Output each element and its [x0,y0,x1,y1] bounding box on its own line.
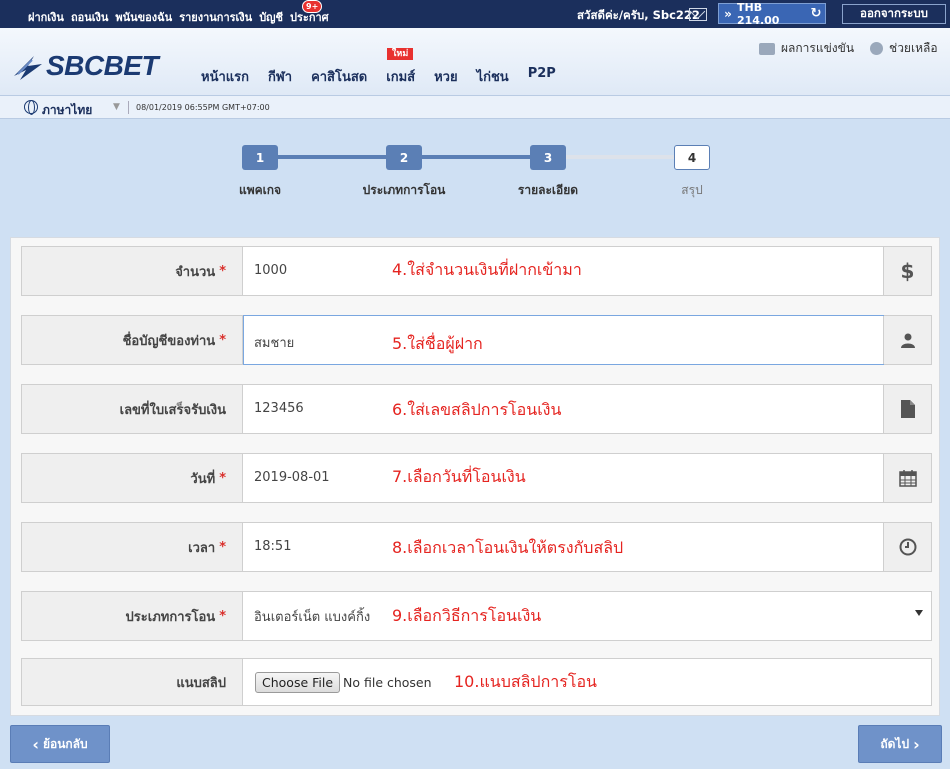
calendar-icon[interactable] [883,454,931,502]
menu-my-bets[interactable]: พนันของฉัน [115,8,172,26]
transfer-type-note: 9.เลือกวิธีการโอนเงิน [392,606,542,625]
attach-note: 10.แนบสลิปการโอน [454,672,597,691]
time-label: เวลา * [22,523,243,571]
dollar-icon: $ [883,247,931,295]
step-3-label: รายละเอียด [517,183,579,197]
amount-row: จำนวน * 1000 4.ใส่จำนวนเงินที่ฝากเข้ามา $ [21,246,932,296]
chevron-down-icon[interactable]: ▼ [113,102,120,112]
back-button[interactable]: ‹ ย้อนกลับ [10,725,110,763]
date-input[interactable]: 2019-08-01 [254,470,330,485]
back-label: ย้อนกลับ [42,736,88,751]
trophy-icon [759,42,775,55]
menu-deposit[interactable]: ฝากเงิน [28,8,64,26]
step-connector-1 [278,155,386,159]
account-name-label: ชื่อบัญชีของท่าน * [22,316,243,364]
date-label: วันที่ * [22,454,243,502]
deposit-form: จำนวน * 1000 4.ใส่จำนวนเงินที่ฝากเข้ามา $… [10,237,940,716]
transfer-type-select[interactable]: อินเตอร์เน็ต แบงค์กิ้ง [254,606,370,627]
time-note: 8.เลือกเวลาโอนเงินให้ตรงกับสลิป [392,538,624,557]
date-note: 7.เลือกวันที่โอนเงิน [392,467,526,486]
nav-sports[interactable]: กีฬา [268,66,292,87]
select-caret-icon[interactable] [915,610,923,616]
file-status: No file chosen [343,675,432,690]
time-row: เวลา * 18:51 8.เลือกเวลาโอนเงินให้ตรงกับส… [21,522,932,572]
nav-p2p[interactable]: P2P [528,66,556,87]
account-name-value: สมชาย [254,336,295,351]
results-link[interactable]: ผลการแข่งขัน [781,39,854,58]
nav-live-casino[interactable]: คาสิโนสด [311,66,367,87]
attach-label: แนบสลิป [22,659,243,705]
next-button[interactable]: ถัดไป › [858,725,942,763]
balance-amount: THB 214.00 [737,0,780,27]
language-selector[interactable]: ภาษาไทย [42,101,92,120]
file-icon [883,385,931,433]
top-menu: ฝากเงิน ถอนเงิน พนันของฉัน รายงานการเงิน… [28,8,329,26]
choose-file-button[interactable]: Choose File [255,672,341,693]
account-name-input[interactable] [243,315,884,365]
chevron-right-icon[interactable]: » [719,7,737,21]
account-name-row: ชื่อบัญชีของท่าน * สมชาย 5.ใส่ชื่อผู้ฝาก [21,315,932,365]
logo-mark-icon [12,50,46,82]
step-connector-3 [566,155,674,159]
refresh-icon[interactable]: ↻ [807,6,825,21]
receipt-input[interactable]: 123456 [254,401,304,416]
step-3: 3 [530,145,566,170]
user-greeting: สวัสดีค่ะ/ครับ, Sbc222 [577,8,700,22]
current-datetime: 08/01/2019 06:55PM GMT+07:00 [136,103,270,112]
amount-label: จำนวน * [22,247,243,295]
menu-financial-report[interactable]: รายงานการเงิน [179,8,252,26]
attach-row: แนบสลิป Choose File No file chosen 10.แน… [21,658,932,706]
user-icon [883,316,931,364]
clock-icon[interactable] [883,523,931,571]
nav-home[interactable]: หน้าแรก [201,66,249,87]
chevron-left-icon: ‹ [32,734,39,754]
main-nav: หน้าแรก กีฬา คาสิโนสด เกมส์ หวย ไก่ชน P2… [201,66,575,87]
divider [128,101,129,114]
amount-note: 4.ใส่จำนวนเงินที่ฝากเข้ามา [392,260,582,279]
nav-cockfight[interactable]: ไก่ชน [477,66,509,87]
transfer-type-row: ประเภทการโอน * อินเตอร์เน็ต แบงค์กิ้ง 9.เ… [21,591,932,641]
step-1: 1 [242,145,278,170]
step-4-label: สรุป [681,183,703,197]
balance-widget[interactable]: » THB 214.00 ↻ [718,0,826,27]
logo[interactable]: SBCBET [12,50,159,82]
logout-button[interactable]: ออกจากระบบ [842,4,946,24]
step-2-label: ประเภทการโอน [362,183,446,197]
new-tag: ใหม่ [387,48,414,60]
step-4: 4 [674,145,710,170]
receipt-row: เลขที่ใบเสร็จรับเงิน 123456 6.ใส่เลขสลิป… [21,384,932,434]
step-2: 2 [386,145,422,170]
menu-withdraw[interactable]: ถอนเงิน [71,8,108,26]
nav-lottery[interactable]: หวย [434,66,458,87]
next-label: ถัดไป [880,736,910,751]
top-bar: ฝากเงิน ถอนเงิน พนันของฉัน รายงานการเงิน… [0,0,950,28]
help-icon [870,42,884,55]
account-name-note: 5.ใส่ชื่อผู้ฝาก [392,334,483,353]
menu-account[interactable]: บัญชี [259,8,283,26]
globe-icon [24,100,38,115]
chevron-right-icon: › [913,734,920,754]
step-connector-2 [422,155,530,159]
time-input[interactable]: 18:51 [254,539,291,554]
header-links: ผลการแข่งขัน ช่วยเหลือ [759,39,938,58]
transfer-type-label: ประเภทการโอน * [22,592,243,640]
logo-text: SBCBET [46,50,159,81]
receipt-note: 6.ใส่เลขสลิปการโอนเงิน [392,400,562,419]
site-header: SBCBET ใหม่ หน้าแรก กีฬา คาสิโนสด เกมส์ … [0,28,950,96]
amount-input[interactable]: 1000 [254,263,287,278]
notification-badge: 9+ [302,0,323,13]
help-link[interactable]: ช่วยเหลือ [889,39,938,58]
mail-icon[interactable] [689,8,707,21]
language-bar: ภาษาไทย ▼ 08/01/2019 06:55PM GMT+07:00 [0,96,950,119]
nav-games[interactable]: เกมส์ [386,66,415,87]
date-row: วันที่ * 2019-08-01 7.เลือกวันที่โอนเงิน [21,453,932,503]
receipt-label: เลขที่ใบเสร็จรับเงิน [22,385,243,433]
step-1-label: แพคเกจ [238,183,282,197]
